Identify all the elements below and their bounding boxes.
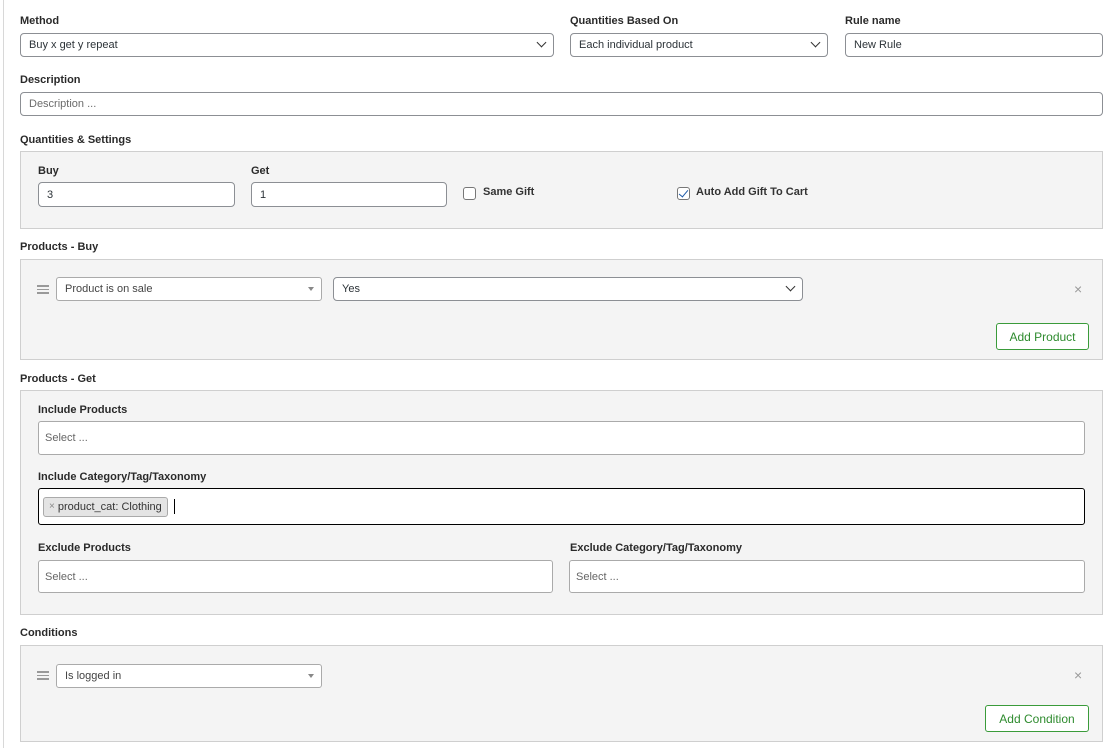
conditions-panel bbox=[20, 645, 1103, 742]
remove-condition-icon[interactable]: × bbox=[1074, 668, 1082, 682]
exclude-products-placeholder: Select ... bbox=[45, 570, 88, 583]
products-get-label: Products - Get bbox=[20, 373, 96, 385]
chevron-down-icon bbox=[785, 281, 796, 292]
drag-handle-icon[interactable] bbox=[37, 285, 49, 294]
auto-add-gift-checkbox[interactable] bbox=[677, 187, 690, 200]
same-gift-checkbox[interactable] bbox=[463, 187, 476, 200]
get-quantity-value: 1 bbox=[260, 188, 267, 201]
drag-handle-icon[interactable] bbox=[37, 671, 49, 680]
products-buy-condition-value-select[interactable]: Yes bbox=[333, 277, 803, 301]
get-label: Get bbox=[251, 165, 270, 177]
dropdown-arrow-icon bbox=[308, 287, 314, 291]
description-input[interactable]: Description ... bbox=[20, 92, 1103, 116]
quantities-settings-label: Quantities & Settings bbox=[20, 134, 132, 146]
text-cursor bbox=[173, 499, 175, 514]
include-category-label: Include Category/Tag/Taxonomy bbox=[38, 471, 207, 483]
dropdown-arrow-icon bbox=[308, 674, 314, 678]
products-buy-condition-type-select[interactable]: Product is on sale bbox=[56, 277, 322, 301]
description-placeholder: Description ... bbox=[29, 98, 97, 110]
get-quantity-input[interactable]: 1 bbox=[251, 182, 447, 207]
buy-quantity-value: 3 bbox=[47, 188, 54, 201]
include-products-label: Include Products bbox=[38, 404, 128, 416]
exclude-category-placeholder: Select ... bbox=[576, 570, 619, 583]
add-product-button[interactable]: Add Product bbox=[996, 323, 1089, 350]
condition-type-select[interactable]: Is logged in bbox=[56, 664, 322, 688]
buy-quantity-input[interactable]: 3 bbox=[38, 182, 235, 207]
rule-name-value: New Rule bbox=[854, 39, 902, 51]
chevron-down-icon bbox=[810, 37, 821, 48]
rule-name-input[interactable]: New Rule bbox=[845, 33, 1103, 57]
description-label: Description bbox=[20, 74, 81, 86]
remove-product-condition-icon[interactable]: × bbox=[1074, 282, 1082, 296]
same-gift-label: Same Gift bbox=[483, 186, 535, 198]
chip-remove-icon[interactable]: × bbox=[49, 501, 55, 512]
include-products-select[interactable]: Select ... bbox=[38, 421, 1085, 455]
category-chip: × product_cat: Clothing bbox=[43, 496, 168, 517]
include-products-placeholder: Select ... bbox=[45, 432, 88, 444]
conditions-label: Conditions bbox=[20, 627, 78, 639]
method-value: Buy x get y repeat bbox=[29, 39, 118, 51]
add-condition-button[interactable]: Add Condition bbox=[985, 705, 1089, 732]
include-category-select[interactable]: × product_cat: Clothing bbox=[38, 488, 1085, 525]
products-buy-condition-type-value: Product is on sale bbox=[65, 283, 153, 295]
page-left-border bbox=[3, 0, 4, 748]
rule-name-label: Rule name bbox=[845, 15, 901, 27]
auto-add-gift-label: Auto Add Gift To Cart bbox=[696, 186, 808, 198]
exclude-category-select[interactable]: Select ... bbox=[569, 560, 1085, 593]
exclude-category-label: Exclude Category/Tag/Taxonomy bbox=[570, 542, 742, 554]
products-buy-label: Products - Buy bbox=[20, 241, 99, 253]
chevron-down-icon bbox=[536, 37, 547, 48]
products-buy-panel bbox=[20, 259, 1103, 360]
exclude-products-label: Exclude Products bbox=[38, 542, 131, 554]
products-buy-condition-value: Yes bbox=[342, 283, 360, 295]
buy-label: Buy bbox=[38, 165, 59, 177]
quantities-based-on-value: Each individual product bbox=[579, 39, 693, 51]
quantities-based-on-label: Quantities Based On bbox=[570, 15, 679, 27]
method-label: Method bbox=[20, 15, 60, 27]
method-select[interactable]: Buy x get y repeat bbox=[20, 33, 554, 57]
category-chip-label: product_cat: Clothing bbox=[57, 500, 162, 513]
quantities-based-on-select[interactable]: Each individual product bbox=[570, 33, 828, 57]
condition-type-value: Is logged in bbox=[65, 670, 122, 682]
exclude-products-select[interactable]: Select ... bbox=[38, 560, 553, 593]
